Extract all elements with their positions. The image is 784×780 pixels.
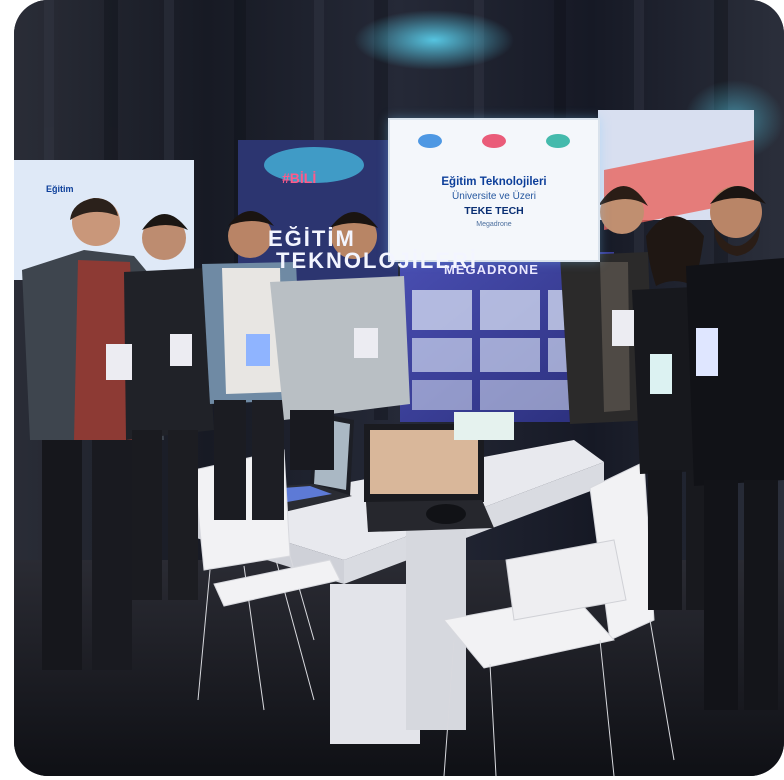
lanyard-badge [696, 328, 718, 376]
booth-sign: Eğitim Teknolojileri Üniversite ve Üzeri… [388, 118, 600, 262]
sign-logos [390, 120, 598, 158]
sign-team: TEKE TECH [464, 205, 524, 217]
photo-frame: Eğitim Teknolojileri Üniversite ve Üzeri… [14, 0, 784, 776]
lanyard-badge [354, 328, 378, 358]
sign-subtitle: Üniversite ve Üzeri [452, 191, 536, 202]
lanyard-badge [170, 334, 192, 366]
logo-icon [546, 134, 570, 148]
logo-icon [418, 134, 442, 148]
lanyard-badge [612, 310, 634, 346]
booth-photo [14, 0, 784, 776]
lanyard-badge [650, 354, 672, 394]
backdrop-logo: #BİLİ [282, 170, 317, 186]
logo-icon [482, 134, 506, 148]
sign-project: Megadrone [476, 221, 512, 228]
sign-title: Eğitim Teknolojileri [441, 176, 547, 188]
lanyard-badge [246, 334, 270, 366]
left-sign-text: Eğitim [46, 184, 74, 194]
backdrop-word: TEKNOLOJİLERİ [276, 248, 479, 273]
lanyard-badge [106, 344, 132, 380]
stage-light [354, 10, 514, 70]
laptop-right [364, 424, 494, 532]
drone-box [454, 412, 514, 440]
